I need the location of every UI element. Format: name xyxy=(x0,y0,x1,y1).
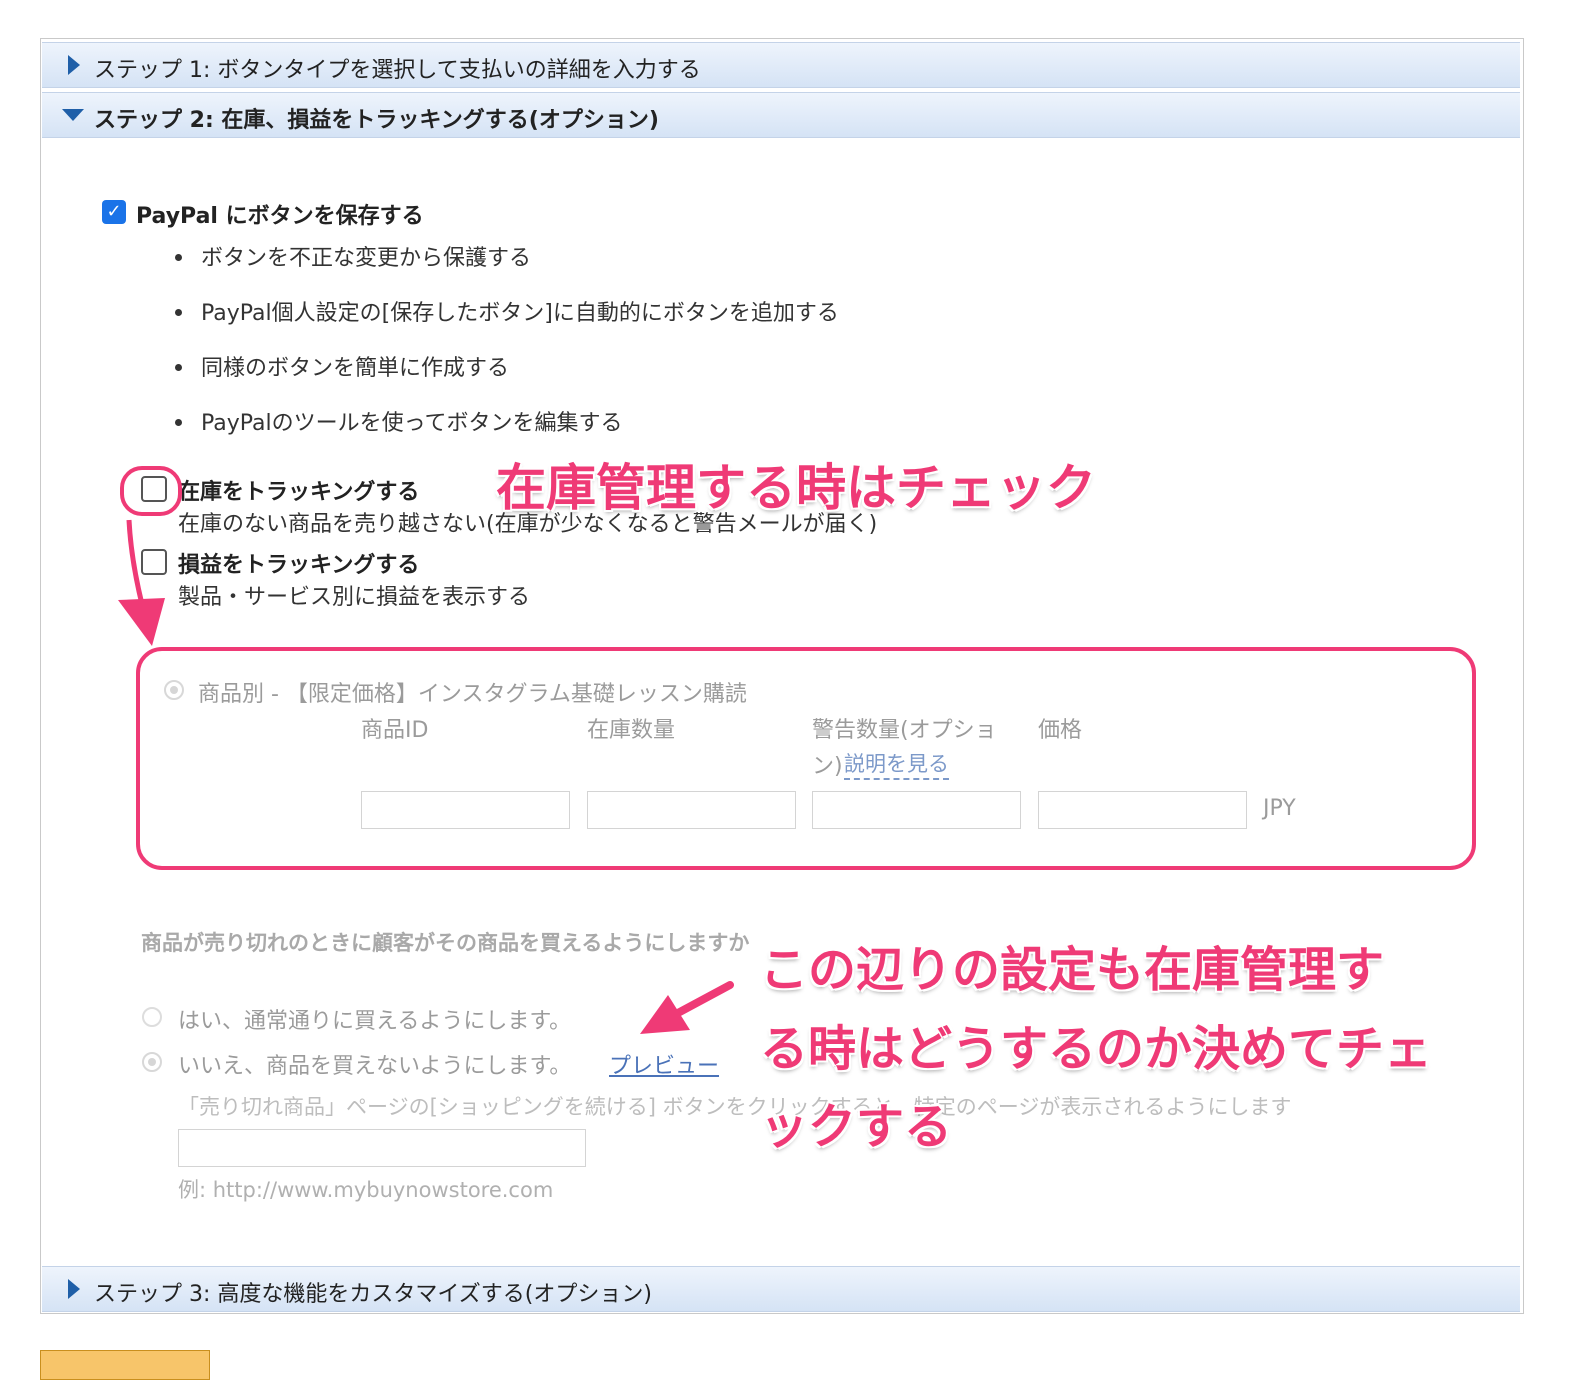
highlight-circle xyxy=(120,466,182,516)
redirect-url-input[interactable] xyxy=(178,1129,586,1167)
url-example: 例: http://www.mybuynowstore.com xyxy=(178,1178,554,1202)
step2-header[interactable]: ステップ 2: 在庫、損益をトラッキングする(オプション) xyxy=(42,92,1520,138)
step3-header[interactable]: ステップ 3: 高度な機能をカスタマイズする(オプション) xyxy=(42,1266,1520,1312)
highlight-box xyxy=(136,647,1476,870)
step2-title: ステップ 2: 在庫、損益をトラッキングする(オプション) xyxy=(94,108,659,133)
sold-out-no-label: いいえ、商品を買えないようにします。 xyxy=(178,1054,572,1079)
preview-link[interactable]: プレビュー xyxy=(609,1048,719,1080)
annotation-check-inventory: 在庫管理する時はチェック xyxy=(496,459,1096,517)
step1-title: ステップ 1: ボタンタイプを選択して支払いの詳細を入力する xyxy=(94,58,701,83)
benefit-item: 同様のボタンを簡単に作成する xyxy=(175,350,509,382)
sold-out-yes-label: はい、通常通りに買えるようにします。 xyxy=(178,1009,572,1034)
expand-arrow-icon xyxy=(68,1279,80,1299)
collapse-arrow-icon xyxy=(62,109,84,121)
redirect-note: 「売り切れ商品」ページの[ショッピングを続ける] ボタンをクリックすると、特定の… xyxy=(178,1095,1292,1119)
annotation-settings-line3: ックする xyxy=(760,1099,953,1155)
step3-title: ステップ 3: 高度な機能をカスタマイズする(オプション) xyxy=(94,1282,652,1307)
sold-out-no-radio[interactable] xyxy=(142,1052,162,1072)
benefit-item: PayPal個人設定の[保存したボタン]に自動的にボタンを追加する xyxy=(175,295,839,327)
annotation-settings-line1: この辺りの設定も在庫管理す xyxy=(760,942,1385,998)
step1-header[interactable]: ステップ 1: ボタンタイプを選択して支払いの詳細を入力する xyxy=(42,42,1520,88)
benefit-item: ボタンを不正な変更から保護する xyxy=(175,240,531,272)
track-profit-label: 損益をトラッキングする xyxy=(178,553,420,578)
annotation-settings-line2: る時はどうするのか決めてチェ xyxy=(760,1021,1433,1077)
save-to-paypal-checkbox[interactable]: ✓ xyxy=(102,200,126,224)
save-to-paypal-label: PayPal にボタンを保存する xyxy=(136,204,424,229)
sold-out-yes-radio[interactable] xyxy=(142,1007,162,1027)
track-profit-checkbox[interactable] xyxy=(141,549,167,575)
track-profit-description: 製品・サービス別に損益を表示する xyxy=(178,585,531,610)
track-inventory-label: 在庫をトラッキングする xyxy=(178,480,420,505)
benefit-item: PayPalのツールを使ってボタンを編集する xyxy=(175,405,623,437)
expand-arrow-icon xyxy=(68,55,80,75)
sold-out-question: 商品が売り切れのときに顧客がその商品を買えるようにしますか xyxy=(141,931,750,955)
continue-button[interactable] xyxy=(40,1350,210,1380)
